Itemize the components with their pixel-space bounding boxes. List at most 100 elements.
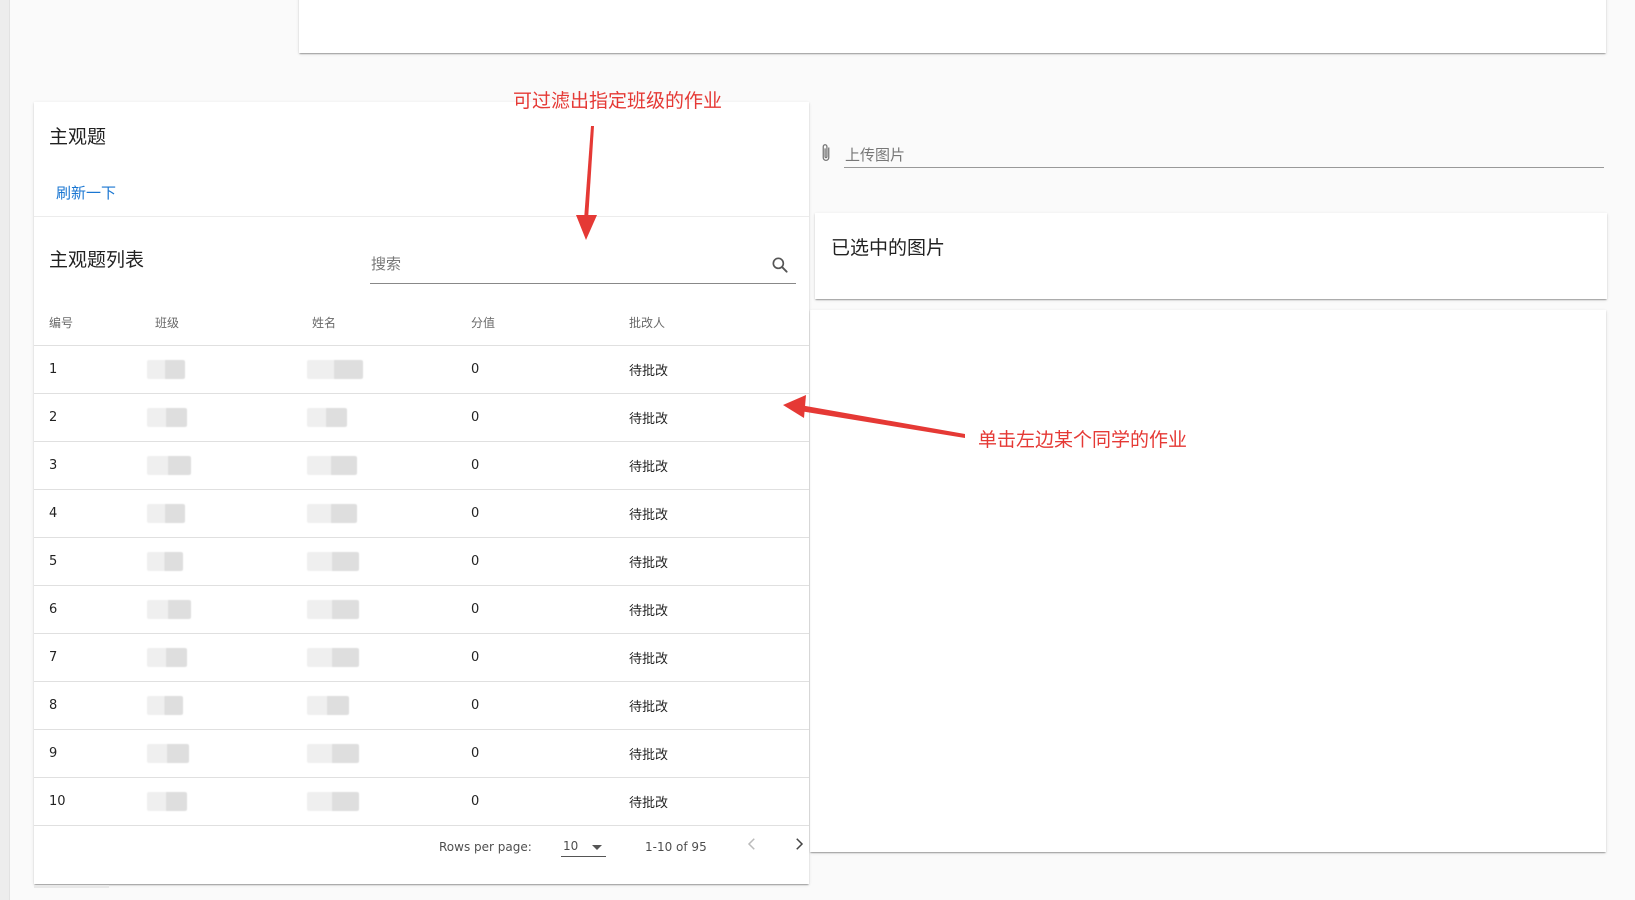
table-row[interactable]: 6 0 待批改 xyxy=(34,585,809,634)
top-card xyxy=(299,0,1606,53)
chevron-right-icon[interactable] xyxy=(790,835,808,853)
redacted-class xyxy=(147,408,187,427)
left-sidebar-edge xyxy=(0,0,10,900)
cell-grader: 待批改 xyxy=(629,537,809,586)
redacted-name xyxy=(307,600,359,619)
cell-grader: 待批改 xyxy=(629,681,809,730)
redacted-class xyxy=(147,696,183,715)
annotation-filter-note: 可过滤出指定班级的作业 xyxy=(513,90,723,112)
redacted-class xyxy=(147,792,187,811)
redacted-name xyxy=(307,360,363,379)
question-list-section: 主观题列表 编号 班级 姓名 分值 批改人 10待批改20待批改30待批改40待… xyxy=(34,216,809,885)
upload-image-field[interactable]: 上传图片 xyxy=(814,140,1606,168)
table-header-row: 编号 班级 姓名 分值 批改人 xyxy=(34,299,809,346)
cell-class xyxy=(147,393,312,442)
table-row[interactable]: 8 0 待批改 xyxy=(34,681,809,730)
table-row[interactable]: 1 0 待批改 xyxy=(34,345,809,394)
table-row[interactable]: 7 0 待批改 xyxy=(34,633,809,682)
cell-id: 8 xyxy=(34,681,155,730)
column-header-class[interactable]: 班级 xyxy=(155,299,312,346)
cell-score: 0 xyxy=(471,729,629,778)
question-table: 编号 班级 姓名 分值 批改人 1 0 待批改 2 0 待批改 3 0 待批改 4 0 待批改 5 0 待批… xyxy=(34,299,809,826)
cell-name xyxy=(307,681,471,730)
table-row[interactable]: 5 0 待批改 xyxy=(34,537,809,586)
column-header-id[interactable]: 编号 xyxy=(34,299,155,346)
cell-grader: 待批改 xyxy=(629,489,809,538)
table-row[interactable]: 2 0 待批改 xyxy=(34,393,809,442)
redacted-name xyxy=(307,456,357,475)
cell-class xyxy=(147,681,312,730)
cell-name xyxy=(307,537,471,586)
page-range: 1-10 of 95 xyxy=(645,840,707,854)
table-row[interactable]: 4 0 待批改 xyxy=(34,489,809,538)
cell-name xyxy=(307,441,471,490)
cell-class xyxy=(147,537,312,586)
rows-per-page-value: 10 xyxy=(563,839,579,853)
cell-id: 6 xyxy=(34,585,155,634)
bottom-edge xyxy=(34,885,109,888)
selected-images-title: 已选中的图片 xyxy=(831,237,946,259)
cell-grader: 待批改 xyxy=(629,729,809,778)
cell-id: 7 xyxy=(34,633,155,682)
cell-id: 4 xyxy=(34,489,155,538)
upload-input[interactable]: 上传图片 xyxy=(844,140,1604,168)
chevron-left-icon[interactable] xyxy=(743,835,761,853)
redacted-class xyxy=(147,600,191,619)
cell-score: 0 xyxy=(471,441,629,490)
redacted-name xyxy=(307,648,359,667)
cell-name xyxy=(307,729,471,778)
column-header-name[interactable]: 姓名 xyxy=(312,299,471,346)
cell-class xyxy=(147,633,312,682)
cell-score: 0 xyxy=(471,345,629,394)
refresh-button[interactable]: 刷新一下 xyxy=(56,182,116,203)
cell-id: 1 xyxy=(34,345,155,394)
cell-score: 0 xyxy=(471,585,629,634)
redacted-class xyxy=(147,360,185,379)
cell-score: 0 xyxy=(471,537,629,586)
cell-score: 0 xyxy=(471,393,629,442)
caret-down-icon xyxy=(592,845,602,850)
upload-label: 上传图片 xyxy=(845,146,906,164)
cell-class xyxy=(147,345,312,394)
paperclip-icon xyxy=(822,144,830,161)
search-icon[interactable] xyxy=(770,255,790,275)
redacted-class xyxy=(147,648,187,667)
image-preview-card xyxy=(810,310,1606,852)
cell-grader: 待批改 xyxy=(629,393,809,442)
cell-name xyxy=(307,489,471,538)
cell-class xyxy=(147,489,312,538)
column-header-score[interactable]: 分值 xyxy=(471,299,629,346)
search-input[interactable] xyxy=(370,253,741,273)
table-row[interactable]: 9 0 待批改 xyxy=(34,729,809,778)
cell-grader: 待批改 xyxy=(629,633,809,682)
selected-images-card: 已选中的图片 xyxy=(815,213,1607,299)
redacted-class xyxy=(147,504,185,523)
cell-class xyxy=(147,729,312,778)
redacted-name xyxy=(307,504,357,523)
subjective-questions-card: 主观题 刷新一下 主观题列表 编号 班级 姓名 分值 批改人 10待批改20待批… xyxy=(34,102,809,884)
cell-id: 5 xyxy=(34,537,155,586)
cell-score: 0 xyxy=(471,489,629,538)
cell-name xyxy=(307,345,471,394)
rows-per-page-select[interactable]: 10 xyxy=(561,832,606,857)
cell-grader: 待批改 xyxy=(629,441,809,490)
cell-class xyxy=(147,441,312,490)
column-header-grader[interactable]: 批改人 xyxy=(629,299,809,346)
list-title: 主观题列表 xyxy=(49,249,145,271)
cell-score: 0 xyxy=(471,681,629,730)
redacted-class xyxy=(147,552,183,571)
cell-name xyxy=(307,585,471,634)
redacted-class xyxy=(147,456,191,475)
cell-grader: 待批改 xyxy=(629,345,809,394)
card-title: 主观题 xyxy=(49,126,107,148)
redacted-name xyxy=(307,408,347,427)
cell-id: 9 xyxy=(34,729,155,778)
annotation-click-note: 单击左边某个同学的作业 xyxy=(978,429,1188,451)
redacted-name xyxy=(307,792,359,811)
rows-per-page-label: Rows per page: xyxy=(439,840,532,854)
table-pagination: Rows per page: 10 1-10 of 95 xyxy=(34,818,809,873)
redacted-class xyxy=(147,744,189,763)
table-row[interactable]: 3 0 待批改 xyxy=(34,441,809,490)
search-field xyxy=(370,253,796,284)
cell-id: 3 xyxy=(34,441,155,490)
